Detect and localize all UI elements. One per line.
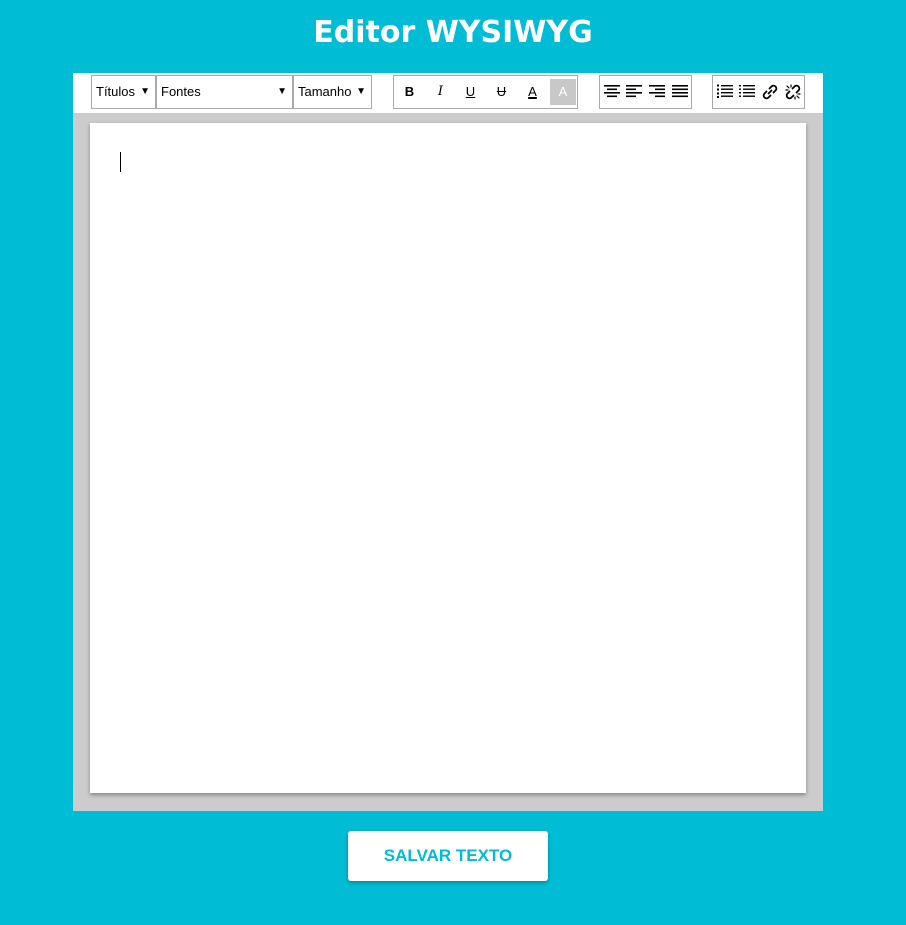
page-title: Editor WYSIWYG: [313, 15, 593, 50]
ordered-list-button[interactable]: [713, 79, 736, 105]
justify-button[interactable]: [668, 79, 691, 105]
size-select-value: Tamanho: [298, 84, 352, 99]
strikethrough-button[interactable]: U: [490, 79, 513, 105]
fonts-select-value: Fontes: [161, 84, 201, 99]
save-text-button[interactable]: SALVAR TEXTO: [348, 831, 548, 881]
fonts-select[interactable]: Fontes ▼: [156, 75, 293, 109]
align-right-button[interactable]: [645, 79, 668, 105]
align-left-button[interactable]: [622, 79, 645, 105]
font-color-button[interactable]: A: [521, 79, 544, 105]
editor-toolbar: Títulos ▼ Fontes ▼ Tamanho ▼ B I U U A A: [73, 73, 823, 113]
italic-button[interactable]: I: [429, 79, 452, 105]
underline-button[interactable]: U: [459, 79, 482, 105]
align-justify-icon: [671, 85, 688, 98]
align-center-button[interactable]: [600, 79, 623, 105]
editor-content-area[interactable]: [90, 123, 806, 793]
link-button[interactable]: [758, 79, 781, 105]
unlink-button[interactable]: [781, 79, 804, 105]
list-link-group: [712, 75, 805, 109]
align-left-icon: [625, 85, 642, 98]
headings-select-value: Títulos: [96, 84, 136, 99]
unlink-icon: [784, 84, 801, 100]
headings-select[interactable]: Títulos ▼: [91, 75, 156, 109]
chevron-down-icon: ▼: [356, 86, 366, 97]
align-center-icon: [603, 85, 620, 98]
text-caret: [120, 152, 121, 172]
background-color-button[interactable]: A: [550, 79, 576, 105]
format-group: B I U U A A: [393, 75, 578, 109]
ordered-list-icon: [716, 84, 733, 98]
chevron-down-icon: ▼: [140, 86, 150, 97]
unordered-list-icon: [738, 85, 755, 97]
chevron-down-icon: ▼: [277, 86, 287, 97]
size-select[interactable]: Tamanho ▼: [293, 75, 372, 109]
link-icon: [762, 84, 777, 100]
bold-button[interactable]: B: [398, 79, 421, 105]
unordered-list-button[interactable]: [735, 79, 758, 105]
align-right-icon: [648, 85, 665, 98]
alignment-group: [599, 75, 692, 109]
editor-frame: Títulos ▼ Fontes ▼ Tamanho ▼ B I U U A A: [73, 73, 823, 811]
